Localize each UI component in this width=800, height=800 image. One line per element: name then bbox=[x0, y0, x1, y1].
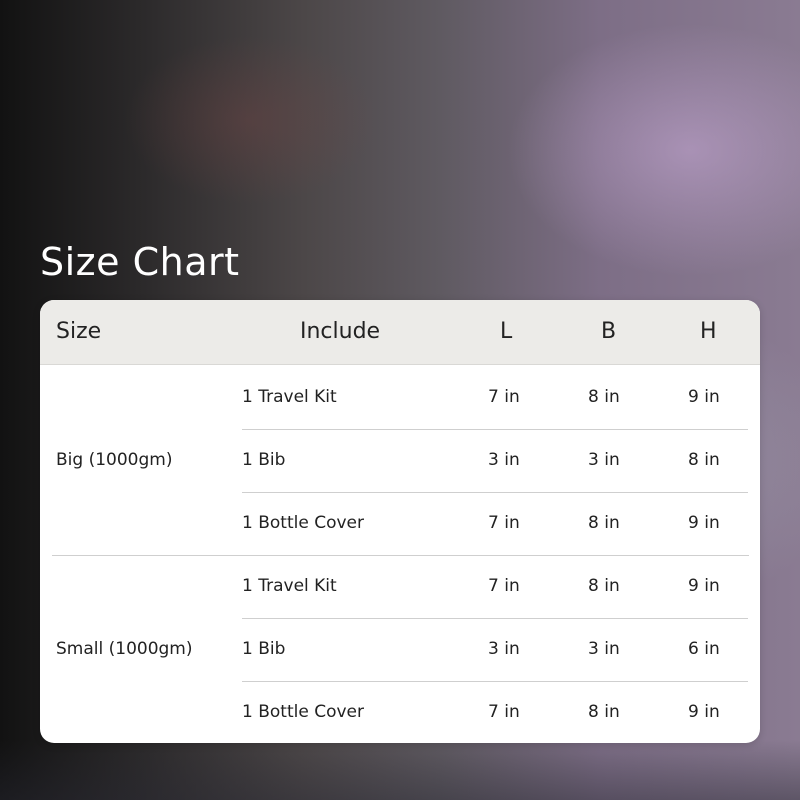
table-header: Size Include L B H bbox=[40, 300, 760, 365]
include-cell: 1 Travel Kit bbox=[242, 387, 337, 407]
height-cell: 9 in bbox=[688, 702, 720, 722]
length-cell: 3 in bbox=[488, 639, 520, 659]
length-cell: 3 in bbox=[488, 450, 520, 470]
header-include: Include bbox=[300, 319, 381, 344]
breadth-cell: 3 in bbox=[588, 639, 620, 659]
include-cell: 1 Travel Kit bbox=[242, 576, 337, 596]
header-h: H bbox=[700, 319, 717, 344]
header-b: B bbox=[601, 319, 617, 344]
length-cell: 7 in bbox=[488, 387, 520, 407]
height-cell: 9 in bbox=[688, 513, 720, 533]
table-row: 1 Bib 3 in 3 in 6 in bbox=[242, 618, 748, 682]
length-cell: 7 in bbox=[488, 702, 520, 722]
table-row: 1 Bottle Cover 7 in 8 in 9 in bbox=[242, 681, 748, 743]
breadth-cell: 8 in bbox=[588, 513, 620, 533]
size-group-big: Big (1000gm) 1 Travel Kit 7 in 8 in 9 in… bbox=[40, 366, 760, 555]
table-row: 1 Bib 3 in 3 in 8 in bbox=[242, 429, 748, 493]
background-shade bbox=[0, 740, 800, 800]
page-title: Size Chart bbox=[40, 240, 240, 284]
height-cell: 6 in bbox=[688, 639, 720, 659]
table-row: 1 Travel Kit 7 in 8 in 9 in bbox=[242, 366, 748, 430]
size-chart-table: Size Include L B H Big (1000gm) 1 Travel… bbox=[40, 300, 760, 743]
length-cell: 7 in bbox=[488, 513, 520, 533]
size-label: Small (1000gm) bbox=[56, 639, 193, 659]
breadth-cell: 8 in bbox=[588, 387, 620, 407]
height-cell: 9 in bbox=[688, 387, 720, 407]
include-cell: 1 Bottle Cover bbox=[242, 702, 364, 722]
include-cell: 1 Bib bbox=[242, 639, 286, 659]
height-cell: 8 in bbox=[688, 450, 720, 470]
breadth-cell: 3 in bbox=[588, 450, 620, 470]
height-cell: 9 in bbox=[688, 576, 720, 596]
table-row: 1 Travel Kit 7 in 8 in 9 in bbox=[242, 555, 748, 619]
include-cell: 1 Bottle Cover bbox=[242, 513, 364, 533]
include-cell: 1 Bib bbox=[242, 450, 286, 470]
header-size: Size bbox=[56, 319, 102, 344]
header-l: L bbox=[500, 319, 513, 344]
breadth-cell: 8 in bbox=[588, 702, 620, 722]
size-group-small: Small (1000gm) 1 Travel Kit 7 in 8 in 9 … bbox=[40, 555, 760, 743]
breadth-cell: 8 in bbox=[588, 576, 620, 596]
size-label: Big (1000gm) bbox=[56, 450, 173, 470]
length-cell: 7 in bbox=[488, 576, 520, 596]
table-row: 1 Bottle Cover 7 in 8 in 9 in bbox=[242, 492, 748, 555]
